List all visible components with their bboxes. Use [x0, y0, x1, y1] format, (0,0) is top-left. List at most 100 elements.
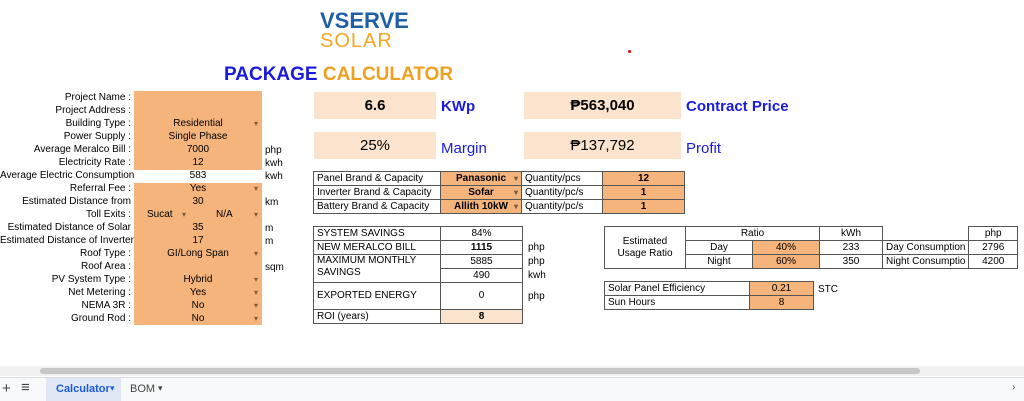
battery-brand-value: Allith 10kW	[454, 200, 508, 212]
unit-kwh2: kwh	[265, 171, 283, 182]
chevron-down-icon: ▾	[110, 383, 115, 393]
add-sheet-icon[interactable]: +	[2, 380, 11, 397]
tab-calculator[interactable]: Calculator ▾	[46, 378, 121, 401]
referral-fee-value: Yes	[189, 183, 207, 194]
brands-table: Panel Brand & Capacity Panasonic ▾ Quanti…	[313, 171, 685, 214]
label-pv-system: PV System Type :	[51, 274, 131, 285]
pv-system-select[interactable]: Hybrid ▾	[134, 273, 262, 286]
chevron-down-icon: ▾	[158, 383, 163, 393]
label-meralco-bill: Average Meralco Bill :	[33, 144, 131, 155]
label-distance-from: Estimated Distance from	[22, 196, 131, 207]
dropdown-arrow-icon: ▾	[253, 275, 258, 284]
battery-qty-field[interactable]: 1	[602, 199, 685, 214]
new-bill-label: NEW MERALCO BILL	[313, 240, 441, 255]
page-title: PACKAGE CALCULATOR	[224, 64, 453, 86]
dropdown-arrow-icon: ▾	[182, 210, 187, 219]
label-referral-fee: Referral Fee :	[69, 183, 131, 194]
table-row: MAXIMUM MONTHLY SAVINGS 5885	[313, 254, 523, 283]
ground-rod-select[interactable]: No ▾	[134, 312, 262, 325]
night-kwh: 350	[819, 254, 883, 269]
logo: VSERVE SOLAR	[320, 8, 412, 52]
system-savings-value: 84%	[440, 226, 523, 241]
distance-solar-field[interactable]: 35	[134, 221, 262, 234]
net-metering-select[interactable]: Yes ▾	[134, 286, 262, 299]
table-row: ROI (years) 8	[313, 309, 523, 324]
dropdown-arrow-icon: ▾	[513, 201, 518, 211]
label-project-address: Project Address :	[55, 105, 131, 116]
monthly-savings-label: MAXIMUM MONTHLY SAVINGS	[313, 254, 441, 283]
night-consumption-label: Night Consumptio	[881, 254, 970, 269]
monthly-kwh-unit: kwh	[528, 270, 546, 281]
night-ratio-field[interactable]: 60%	[752, 254, 820, 269]
distance-from-field[interactable]: 30	[134, 195, 262, 208]
table-row: SYSTEM SAVINGS 84%	[313, 226, 523, 241]
table-row: Sun Hours 8	[604, 295, 814, 310]
unit-kwh: kwh	[265, 158, 283, 169]
nema-select[interactable]: No ▾	[134, 299, 262, 312]
profit-box: ₱137,792	[524, 132, 681, 159]
roof-area-field[interactable]	[134, 260, 262, 273]
building-type-select[interactable]: Residential ▾	[134, 117, 262, 130]
sun-hours-label: Sun Hours	[604, 295, 750, 310]
dropdown-arrow-icon: ▾	[253, 314, 258, 323]
roi-label: ROI (years)	[313, 309, 441, 324]
kwh-header: kWh	[819, 226, 883, 241]
efficiency-label: Solar Panel Efficiency	[604, 281, 750, 296]
exported-value: 0	[440, 282, 523, 310]
logo-line1: VSERVE	[320, 8, 409, 33]
roof-type-select[interactable]: GI/Long Span ▾	[134, 247, 262, 260]
dropdown-arrow-icon: ▾	[253, 210, 258, 219]
new-bill-value: 1115	[440, 240, 523, 255]
project-address-field[interactable]	[134, 104, 262, 117]
input-values: Residential ▾ Single Phase 7000 12 583 Ye…	[134, 91, 262, 325]
efficiency-table: Solar Panel Efficiency 0.21 Sun Hours 8	[604, 281, 814, 310]
monthly-php-unit: php	[528, 256, 545, 267]
table-row: Estimated Usage Ratio Ratio kWh php	[604, 226, 1018, 269]
all-sheets-icon[interactable]: ≡	[21, 379, 30, 396]
tab-bom-label: BOM	[130, 383, 156, 395]
label-project-name: Project Name :	[64, 92, 131, 103]
tab-calculator-label: Calculator	[56, 383, 110, 395]
dropdown-arrow-icon: ▾	[253, 249, 258, 258]
dropdown-arrow-icon: ▾	[253, 288, 258, 297]
panel-qty-field[interactable]: 12	[602, 171, 685, 186]
left-labels: Project Name : Project Address : Buildin…	[0, 91, 140, 325]
roi-value: 8	[440, 309, 523, 324]
margin-value: 25%	[359, 137, 391, 154]
day-label: Day	[685, 240, 753, 255]
day-ratio-field[interactable]: 40%	[752, 240, 820, 255]
table-row: EXPORTED ENERGY 0	[313, 282, 523, 310]
efficiency-value[interactable]: 0.21	[749, 281, 814, 296]
project-name-field[interactable]	[134, 91, 262, 104]
tab-bom[interactable]: BOM ▾	[124, 378, 172, 401]
sun-hours-value[interactable]: 8	[749, 295, 814, 310]
label-nema: NEMA 3R :	[81, 300, 131, 311]
power-supply-field[interactable]: Single Phase	[134, 130, 262, 143]
distance-inverter-field[interactable]: 17	[134, 234, 262, 247]
referral-fee-select[interactable]: Yes ▾	[134, 182, 262, 195]
scroll-right-icon[interactable]: ›	[1012, 382, 1015, 393]
toll-exits-field[interactable]: Sucat ▾ N/A ▾	[134, 208, 262, 221]
price-value: ₱563,040	[570, 97, 635, 114]
electricity-rate-field[interactable]: 12	[134, 156, 262, 169]
meralco-bill-field[interactable]: 7000	[134, 143, 262, 156]
unit-km: km	[265, 197, 279, 208]
exported-unit: php	[528, 291, 545, 302]
inverter-qty-field[interactable]: 1	[602, 185, 685, 200]
panel-brand-select[interactable]: Panasonic ▾	[440, 171, 522, 186]
table-row: Inverter Brand & Capacity Sofar ▾ Quantit…	[313, 185, 685, 200]
profit-label: Profit	[686, 140, 722, 157]
consumption-field: 583	[189, 170, 207, 181]
horizontal-scrollbar[interactable]	[0, 366, 1024, 376]
inverter-brand-select[interactable]: Sofar ▾	[440, 185, 522, 200]
label-ground-rod: Ground Rod :	[70, 313, 131, 324]
net-metering-value: Yes	[189, 287, 207, 298]
red-dot-mark	[628, 50, 631, 53]
ground-rod-value: No	[191, 313, 205, 324]
battery-brand-select[interactable]: Allith 10kW ▾	[440, 199, 522, 214]
table-row: Panel Brand & Capacity Panasonic ▾ Quanti…	[313, 171, 685, 186]
scrollbar-thumb[interactable]	[40, 368, 920, 374]
nema-value: No	[191, 300, 205, 311]
php-header: php	[968, 226, 1018, 241]
exported-label: EXPORTED ENERGY	[313, 282, 441, 310]
